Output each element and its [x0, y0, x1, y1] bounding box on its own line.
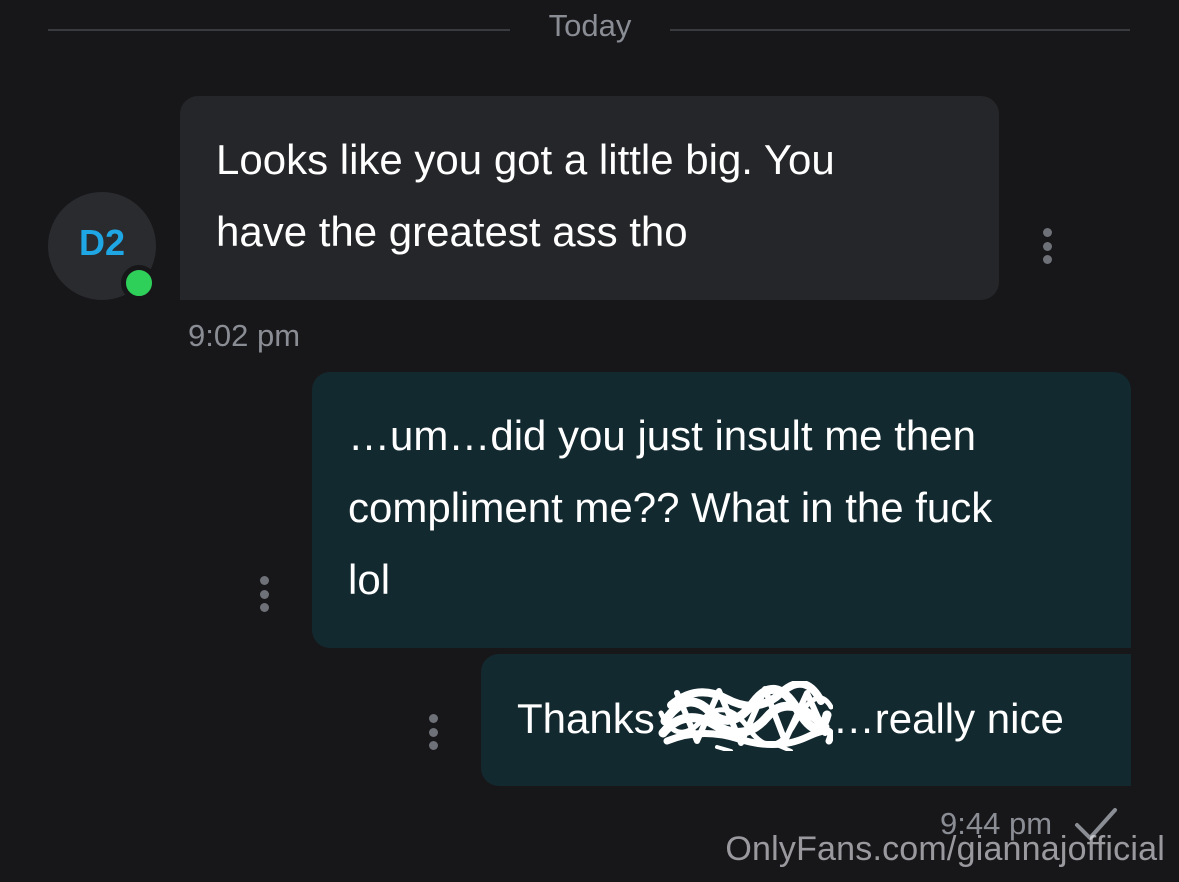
- date-divider-label: Today: [548, 8, 632, 43]
- outgoing-message-bubble[interactable]: Thanks …really nice: [481, 654, 1131, 786]
- online-status-indicator: [121, 265, 157, 301]
- date-divider-line-left: [48, 29, 510, 31]
- more-vertical-icon[interactable]: [1037, 228, 1057, 272]
- message-text-after-redaction: …really nice: [832, 695, 1064, 742]
- more-vertical-icon[interactable]: [423, 714, 443, 758]
- date-divider-line-right: [670, 29, 1130, 31]
- contact-avatar[interactable]: D2: [48, 192, 157, 301]
- redaction-scribble: [658, 680, 833, 751]
- message-line: compliment me?? What in the fuck: [348, 484, 993, 531]
- watermark-text: OnlyFans.com/giannajofficial: [725, 830, 1165, 868]
- message-line: Looks like you got a little big. You: [216, 136, 835, 183]
- avatar-initials: D2: [78, 222, 126, 263]
- message-line: have the greatest ass tho: [216, 208, 688, 255]
- incoming-message-bubble[interactable]: Looks like you got a little big. You hav…: [180, 96, 999, 300]
- more-vertical-icon[interactable]: [254, 576, 274, 620]
- message-timestamp: 9:02 pm: [188, 318, 301, 353]
- outgoing-message-bubble[interactable]: …um…did you just insult me then complime…: [312, 372, 1131, 648]
- message-text-before-redaction: Thanks: [517, 695, 655, 742]
- message-line: …um…did you just insult me then: [348, 412, 976, 459]
- message-line: lol: [348, 556, 391, 603]
